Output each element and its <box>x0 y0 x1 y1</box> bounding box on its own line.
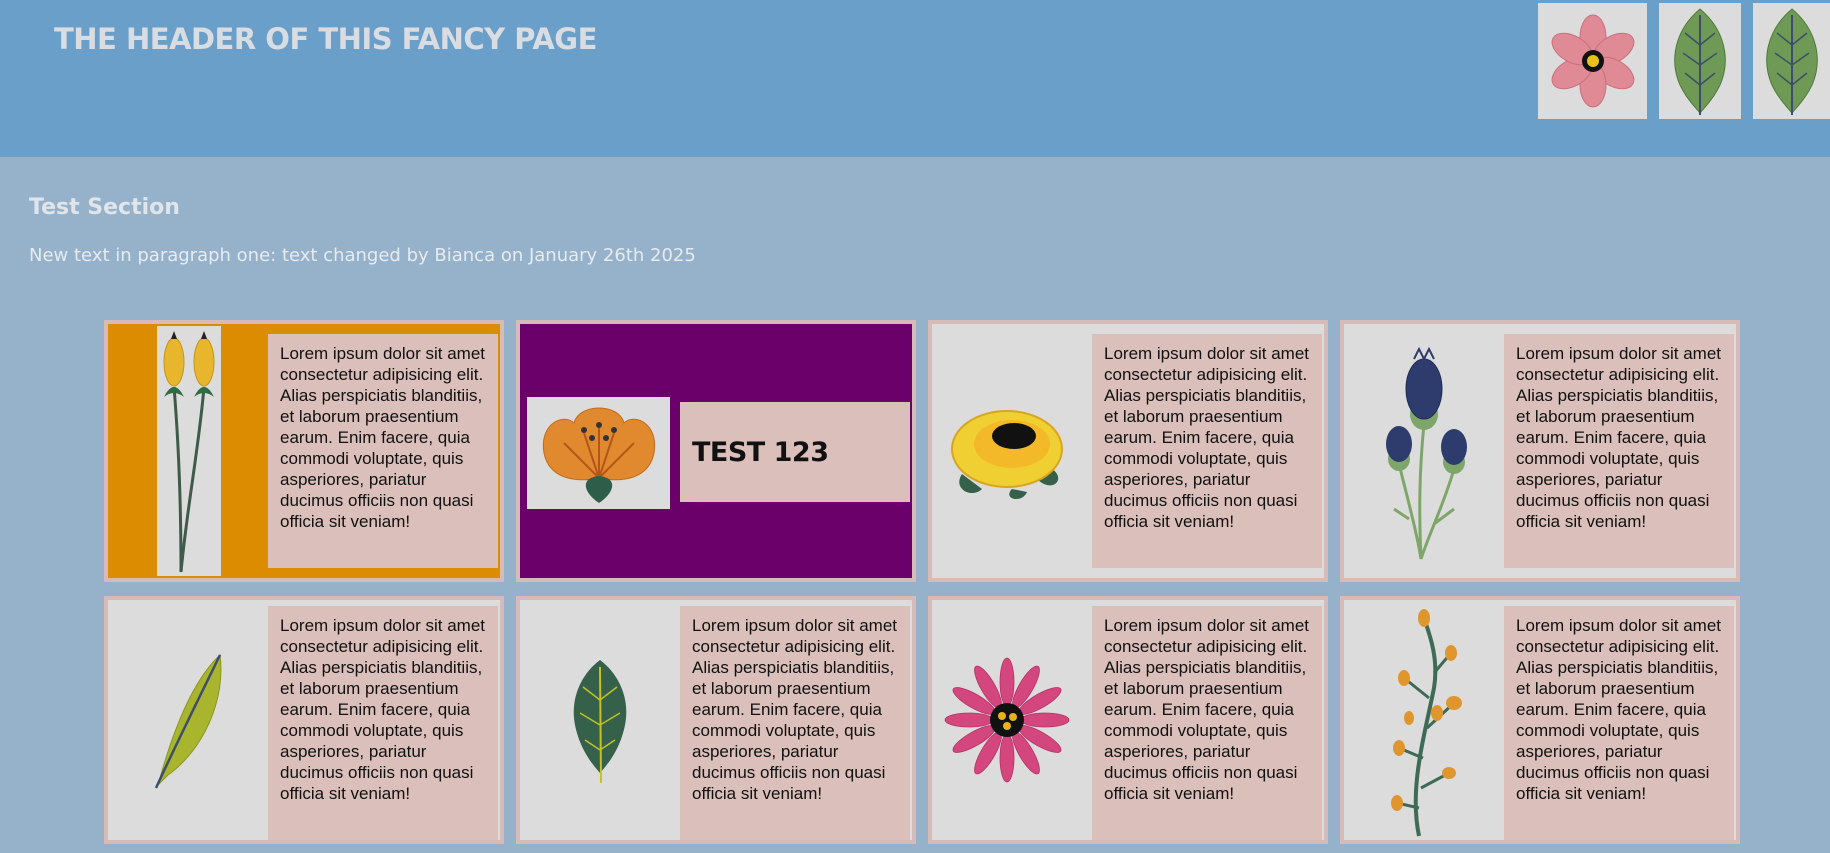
card-6: Lorem ipsum dolor sit amet consectetur a… <box>516 596 916 844</box>
section-paragraph: New text in paragraph one: text changed … <box>29 245 696 266</box>
pink-flower-icon <box>1538 3 1647 119</box>
yellow-buds-icon <box>157 326 221 576</box>
card-2-text: TEST 123 <box>680 402 910 502</box>
card-4: Lorem ipsum dolor sit amet consectetur a… <box>1340 320 1740 582</box>
card-7: Lorem ipsum dolor sit amet consectetur a… <box>928 596 1328 844</box>
card-6-text: Lorem ipsum dolor sit amet consectetur a… <box>680 606 910 840</box>
card-8-text: Lorem ipsum dolor sit amet consectetur a… <box>1504 606 1734 840</box>
orange-berry-branch-icon <box>1374 606 1474 842</box>
olive-leaf-icon <box>148 640 228 790</box>
section-title: Test Section <box>29 195 180 220</box>
orange-flower-icon <box>527 397 670 509</box>
dark-leaf-icon <box>560 650 640 790</box>
card-5-text: Lorem ipsum dolor sit amet consectetur a… <box>268 606 498 840</box>
yellow-rose-icon <box>942 384 1072 514</box>
card-2: TEST 123 <box>516 320 916 582</box>
green-leaf-icon <box>1753 3 1830 119</box>
green-leaf-icon <box>1659 3 1741 119</box>
card-1: Lorem ipsum dolor sit amet consectetur a… <box>104 320 504 582</box>
card-7-text: Lorem ipsum dolor sit amet consectetur a… <box>1092 606 1322 840</box>
card-5: Lorem ipsum dolor sit amet consectetur a… <box>104 596 504 844</box>
page-header: THE HEADER OF THIS FANCY PAGE <box>0 0 1830 157</box>
header-title: THE HEADER OF THIS FANCY PAGE <box>54 22 597 56</box>
pink-daisy-icon <box>942 650 1072 790</box>
card-3-text: Lorem ipsum dolor sit amet consectetur a… <box>1092 334 1322 568</box>
blue-thistle-icon <box>1364 339 1484 569</box>
card-4-text: Lorem ipsum dolor sit amet consectetur a… <box>1504 334 1734 568</box>
card-8: Lorem ipsum dolor sit amet consectetur a… <box>1340 596 1740 844</box>
card-3: Lorem ipsum dolor sit amet consectetur a… <box>928 320 1328 582</box>
card-1-text: Lorem ipsum dolor sit amet consectetur a… <box>268 334 498 568</box>
